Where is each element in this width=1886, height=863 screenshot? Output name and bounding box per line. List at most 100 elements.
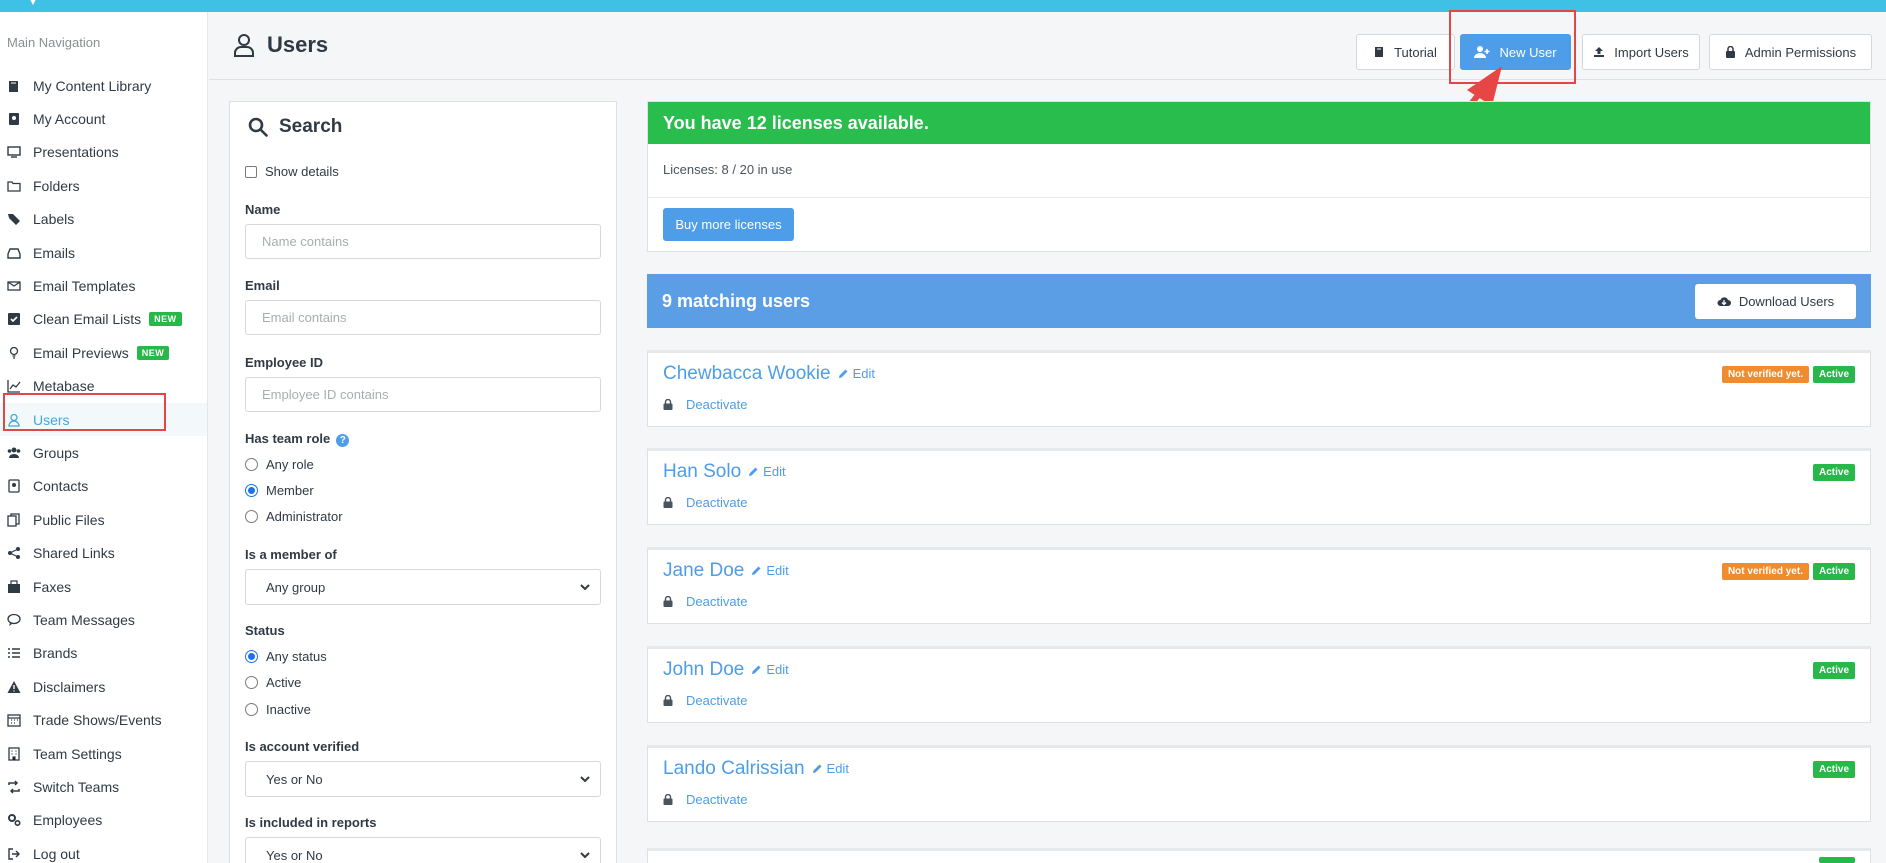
address-book-icon: [6, 478, 22, 494]
import-users-button[interactable]: Import Users: [1582, 34, 1700, 70]
sidebar-item-email-previews[interactable]: Email Previews NEW: [0, 336, 207, 369]
not-verified-badge: Not verified yet.: [1721, 563, 1809, 580]
lock-icon: [663, 794, 673, 805]
pencil-icon: [752, 566, 761, 575]
edit-link[interactable]: Edit: [751, 563, 789, 578]
name-input[interactable]: [245, 224, 601, 259]
radio-inactive[interactable]: Inactive: [245, 702, 311, 717]
matching-users-header: 9 matching users Download Users: [647, 274, 1871, 328]
sidebar-item-label: Disclaimers: [33, 678, 106, 695]
sidebar-item-folders[interactable]: Folders: [0, 169, 207, 202]
sidebar-item-brands[interactable]: Brands: [0, 637, 207, 670]
deactivate-link[interactable]: Deactivate: [663, 693, 747, 708]
sidebar-item-label: Team Messages: [33, 611, 135, 628]
radio-dot[interactable]: [245, 650, 258, 663]
sidebar-item-label: Contacts: [33, 478, 89, 495]
sidebar-item-public-files[interactable]: Public Files: [0, 503, 207, 536]
active-badge: Active: [1812, 761, 1855, 778]
radio-any-role[interactable]: Any role: [245, 457, 314, 472]
sign-out-icon: [6, 846, 22, 862]
licenses-banner: You have 12 licenses available.: [648, 102, 1870, 144]
sidebar-item-groups[interactable]: Groups: [0, 436, 207, 469]
edit-link[interactable]: Edit: [748, 464, 786, 479]
sidebar-item-clean-email-lists[interactable]: Clean Email Lists NEW: [0, 303, 207, 336]
sidebar-item-contacts[interactable]: Contacts: [0, 470, 207, 503]
sidebar-item-my-content-library[interactable]: My Content Library: [0, 69, 207, 102]
sidebar-item-employees[interactable]: Employees: [0, 804, 207, 837]
sidebar-item-disclaimers[interactable]: Disclaimers: [0, 670, 207, 703]
deactivate-label: Deactivate: [686, 693, 748, 708]
sidebar-item-labels[interactable]: Labels: [0, 203, 207, 236]
reports-select[interactable]: Yes or No: [245, 837, 601, 863]
radio-active-label: Active: [266, 675, 302, 690]
sidebar-item-label: Groups: [33, 444, 79, 461]
employee-id-input[interactable]: [245, 377, 601, 412]
sidebar-item-team-messages[interactable]: Team Messages: [0, 603, 207, 636]
sidebar-item-switch-teams[interactable]: Switch Teams: [0, 770, 207, 803]
radio-dot[interactable]: [245, 510, 258, 523]
sidebar-item-trade-shows-events[interactable]: Trade Shows/Events: [0, 703, 207, 736]
member-of-select[interactable]: Any group: [245, 569, 601, 605]
deactivate-label: Deactivate: [686, 397, 748, 412]
radio-active[interactable]: Active: [245, 675, 301, 690]
edit-link[interactable]: Edit: [812, 761, 849, 776]
not-verified-badge: Not verified yet.: [1721, 366, 1809, 383]
edit-link[interactable]: Edit: [838, 366, 875, 381]
sidebar-item-label: Log out: [33, 845, 80, 862]
id-badge-icon: [6, 111, 22, 127]
warning-icon: [6, 679, 22, 695]
help-icon[interactable]: ?: [336, 434, 350, 447]
radio-dot[interactable]: [245, 484, 258, 497]
radio-administrator[interactable]: Administrator: [245, 509, 343, 524]
user-name: Jane Doe Edit: [663, 560, 789, 582]
admin-permissions-button[interactable]: Admin Permissions: [1709, 34, 1872, 70]
deactivate-link[interactable]: Deactivate: [663, 594, 747, 609]
show-details-checkbox[interactable]: Show details: [245, 164, 339, 179]
buy-licenses-button[interactable]: Buy more licenses: [663, 208, 794, 241]
deactivate-label: Deactivate: [686, 792, 748, 807]
deactivate-link[interactable]: Deactivate: [663, 792, 747, 807]
sidebar-item-emails[interactable]: Emails: [0, 236, 207, 269]
check-square-icon: [6, 311, 22, 327]
email-input[interactable]: [245, 300, 601, 335]
deactivate-link[interactable]: Deactivate: [663, 495, 747, 510]
radio-dot[interactable]: [245, 458, 258, 471]
sidebar-item-team-settings[interactable]: Team Settings: [0, 737, 207, 770]
user-name-link[interactable]: Han Solo: [663, 461, 741, 482]
sidebar-item-label: Brands: [33, 645, 78, 662]
reports-value: Yes or No: [266, 847, 323, 863]
checkbox-box[interactable]: [245, 165, 257, 178]
sidebar-item-email-templates[interactable]: Email Templates: [0, 269, 207, 302]
sidebar-item-presentations[interactable]: Presentations: [0, 136, 207, 169]
admin-permissions-button-label: Admin Permissions: [1744, 44, 1857, 60]
user-name-link[interactable]: John Doe: [663, 659, 744, 680]
verified-value: Yes or No: [266, 771, 323, 787]
search-panel: Search Show details Name Email Employee …: [229, 101, 617, 863]
users-highlight-box: [3, 393, 166, 431]
deactivate-link[interactable]: Deactivate: [663, 397, 747, 412]
sidebar-item-label: Shared Links: [33, 545, 115, 562]
edit-label: Edit: [766, 662, 789, 677]
verified-select[interactable]: Yes or No: [245, 761, 601, 797]
sidebar-item-shared-links[interactable]: Shared Links: [0, 536, 207, 569]
status-badges: Not verified yet. Active: [1721, 563, 1855, 580]
radio-dot[interactable]: [245, 676, 258, 689]
lock-icon: [663, 497, 673, 508]
user-name-link[interactable]: Chewbacca Wookie: [663, 363, 831, 384]
sidebar-item-my-account[interactable]: My Account: [0, 102, 207, 135]
sidebar-item-log-out[interactable]: Log out: [0, 837, 207, 863]
sidebar-item-faxes[interactable]: Faxes: [0, 570, 207, 603]
radio-member[interactable]: Member: [245, 483, 314, 498]
licenses-card: You have 12 licenses available. Licenses…: [647, 101, 1871, 252]
user-name-link[interactable]: Lando Calrissian: [663, 758, 805, 779]
user-card: Han Solo Edit Deactivate Active: [647, 448, 1871, 525]
user-name-link[interactable]: Jane Doe: [663, 560, 744, 581]
employee-id-label: Employee ID: [245, 355, 324, 370]
download-users-button[interactable]: Download Users: [1695, 284, 1856, 319]
active-badge: Active: [1812, 662, 1855, 679]
radio-dot[interactable]: [245, 703, 258, 716]
monitor-icon: [6, 144, 22, 160]
radio-any-status[interactable]: Any status: [245, 649, 327, 664]
edit-link[interactable]: Edit: [751, 662, 789, 677]
lock-icon: [663, 695, 673, 706]
